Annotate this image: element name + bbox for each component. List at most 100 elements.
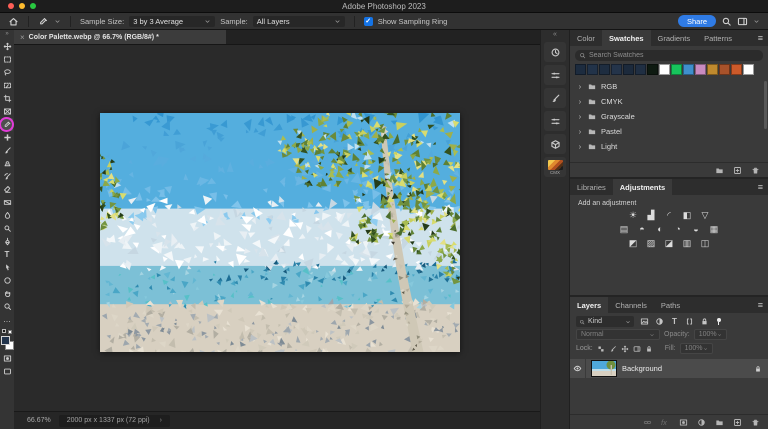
layer-thumbnail[interactable] [591, 360, 617, 377]
scrollbar[interactable] [764, 81, 767, 129]
filter-adjustment-layers-icon[interactable] [655, 317, 664, 326]
zoom-level[interactable]: 66.67% [27, 417, 51, 424]
blur-tool[interactable] [1, 209, 13, 222]
clone-stamp-tool[interactable] [1, 157, 13, 170]
dock-expand-icon[interactable]: « [553, 31, 557, 39]
color-themes-panel-icon[interactable]: CMX [544, 157, 566, 177]
vibrance-adjustment-icon[interactable]: ▽ [699, 210, 712, 221]
link-layers-icon[interactable] [643, 418, 652, 427]
new-group-icon[interactable] [715, 166, 724, 175]
filter-smart-objects-icon[interactable] [700, 317, 709, 326]
brush-settings-panel-icon[interactable] [544, 88, 566, 108]
swatch-group-pastel[interactable]: Pastel [570, 124, 768, 139]
swatches-tab-color[interactable]: Color [570, 30, 602, 46]
swatch-3[interactable] [611, 64, 622, 75]
brush-tool[interactable] [1, 144, 13, 157]
black-white-adjustment-icon[interactable]: ◐ [654, 224, 667, 235]
document-info[interactable]: 2000 px x 1337 px (72 ppi) › [58, 414, 170, 427]
layer-filter-kind-dropdown[interactable]: Kind [576, 316, 634, 327]
swatch-11[interactable] [707, 64, 718, 75]
screen-mode-icon[interactable] [1, 365, 13, 378]
chevron-right-icon[interactable] [577, 99, 583, 105]
adjustments-tab-adjustments[interactable]: Adjustments [612, 179, 673, 195]
move-tool[interactable] [1, 40, 13, 53]
layer-lock-icon[interactable] [754, 365, 762, 373]
channel-mixer-adjustment-icon[interactable]: ◒ [690, 224, 703, 235]
swatch-8[interactable] [671, 64, 682, 75]
current-tool-eyedropper-icon[interactable] [38, 16, 49, 27]
swatch-5[interactable] [635, 64, 646, 75]
workspace-switcher-icon[interactable] [737, 16, 748, 27]
swatch-6[interactable] [647, 64, 658, 75]
swatches-tab-swatches[interactable]: Swatches [601, 30, 651, 46]
history-brush-tool[interactable] [1, 170, 13, 183]
swatch-13[interactable] [731, 64, 742, 75]
properties-panel-icon[interactable] [544, 65, 566, 85]
pen-tool[interactable] [1, 235, 13, 248]
gradient-tool[interactable] [1, 196, 13, 209]
history-panel-icon[interactable] [544, 42, 566, 62]
add-layer-mask-icon[interactable] [679, 418, 688, 427]
delete-layer-icon[interactable] [751, 418, 760, 427]
swatch-group-cmyk[interactable]: CMYK [570, 94, 768, 109]
sample-dropdown[interactable]: All Layers [252, 15, 345, 27]
chevron-right-icon[interactable] [577, 144, 583, 150]
selective-color-adjustment-icon[interactable]: ◫ [699, 238, 712, 249]
crop-tool[interactable] [1, 92, 13, 105]
color-lookup-adjustment-icon[interactable]: ▦ [708, 224, 721, 235]
new-swatch-icon[interactable] [733, 166, 742, 175]
levels-adjustment-icon[interactable]: ▟ [645, 210, 658, 221]
dodge-tool[interactable] [1, 222, 13, 235]
toolbar-expand-icon[interactable]: » [5, 31, 8, 38]
path-selection-tool[interactable] [1, 261, 13, 274]
home-icon[interactable] [8, 16, 19, 27]
workspace-chevron-icon[interactable] [753, 18, 760, 25]
new-adjustment-layer-icon[interactable] [697, 418, 706, 427]
canvas-image[interactable] [100, 113, 460, 352]
lasso-tool[interactable] [1, 66, 13, 79]
curves-adjustment-icon[interactable]: ◜ [663, 210, 676, 221]
maximize-window-button[interactable] [30, 3, 36, 9]
type-tool[interactable]: T [1, 248, 13, 261]
quick-mask-mode-icon[interactable] [1, 352, 13, 365]
document-tab[interactable]: × Color Palette.webp @ 66.7% (RGB/8#) * [14, 30, 226, 44]
swatches-tab-patterns[interactable]: Patterns [697, 30, 739, 46]
posterize-adjustment-icon[interactable]: ▨ [645, 238, 658, 249]
filter-shape-layers-icon[interactable] [685, 317, 694, 326]
delete-swatch-icon[interactable] [751, 166, 760, 175]
lock-position-icon[interactable] [621, 345, 629, 353]
layer-style-fx-icon[interactable]: fx [661, 418, 670, 427]
swatch-group-light[interactable]: Light [570, 139, 768, 154]
filter-type-layers-icon[interactable]: T [670, 317, 679, 326]
panel-menu-icon[interactable]: ≡ [758, 300, 763, 310]
swatch-2[interactable] [599, 64, 610, 75]
invert-adjustment-icon[interactable]: ◩ [627, 238, 640, 249]
share-button[interactable]: Share [677, 15, 716, 27]
blend-mode-dropdown[interactable]: Normal [576, 329, 660, 340]
canvas-pasteboard[interactable] [14, 45, 540, 411]
swatch-9[interactable] [683, 64, 694, 75]
opacity-dropdown[interactable]: 100% [693, 329, 727, 340]
filter-pixel-layers-icon[interactable] [640, 317, 649, 326]
3d-panel-icon[interactable] [544, 134, 566, 154]
adjustments-tab-libraries[interactable]: Libraries [570, 179, 613, 195]
close-tab-icon[interactable]: × [20, 33, 25, 42]
show-sampling-ring-checkbox[interactable]: ✓ [363, 16, 373, 26]
layers-tab-channels[interactable]: Channels [608, 297, 654, 313]
fill-dropdown[interactable]: 100% [679, 343, 713, 354]
hand-tool[interactable] [1, 287, 13, 300]
eyedropper-tool[interactable] [0, 117, 14, 132]
lock-artboard-icon[interactable] [633, 345, 641, 353]
swatches-tab-gradients[interactable]: Gradients [651, 30, 698, 46]
chevron-right-icon[interactable] [577, 84, 583, 90]
foreground-color-swatch[interactable] [0, 336, 10, 345]
status-chevron-icon[interactable]: › [160, 417, 162, 424]
threshold-adjustment-icon[interactable]: ◪ [663, 238, 676, 249]
foreground-background-swatches[interactable] [0, 336, 14, 350]
swatch-7[interactable] [659, 64, 670, 75]
swatch-0[interactable] [575, 64, 586, 75]
swatch-12[interactable] [719, 64, 730, 75]
layers-tab-paths[interactable]: Paths [654, 297, 687, 313]
swatch-search-input[interactable] [589, 52, 759, 59]
swatch-1[interactable] [587, 64, 598, 75]
